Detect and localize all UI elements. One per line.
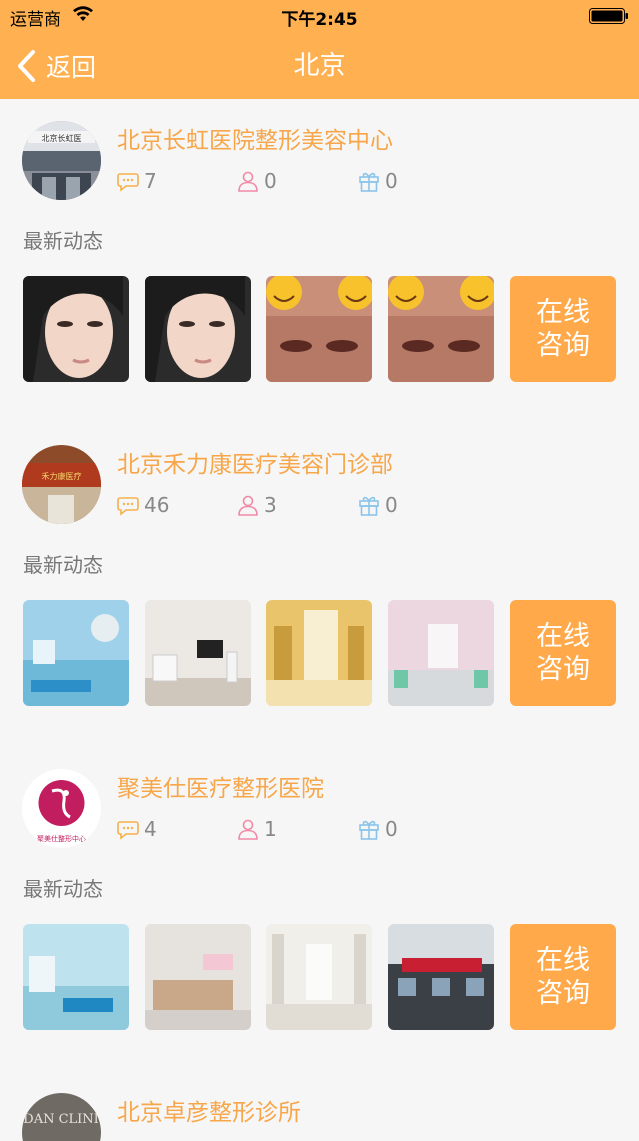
hospital-name[interactable]: 北京禾力康医疗美容门诊部 [117,445,393,479]
chat-bubble-icon [117,173,139,192]
latest-updates-label: 最新动态 [23,877,103,901]
update-photo[interactable] [23,924,129,1030]
status-bar: 运营商 下午2:45 [0,0,639,32]
gift-count-value: 0 [385,169,398,193]
status-time: 下午2:45 [281,10,358,30]
gift-count-value: 0 [385,493,398,517]
logo-text: 聚美仕整形中心 [37,834,86,843]
hospital-logo: 北京长虹医 [22,121,101,200]
user-count: 0 [236,167,277,195]
update-photo[interactable] [145,600,251,706]
battery-icon [589,8,628,24]
hospital-name[interactable]: 北京长虹医院整形美容中心 [117,121,393,155]
update-photo[interactable] [23,276,129,382]
header: 运营商 下午2:45 返回 北京 [0,0,639,99]
update-photo[interactable] [388,276,494,382]
hospital-card[interactable]: ZDAN CLINIC 北京卓彦整形诊所 [0,1071,639,1141]
hospital-card[interactable]: 聚美仕整形中心 聚美仕医疗整形医院 4 1 0 最新动态 在线 咨询 [0,747,639,1071]
update-photo[interactable] [23,600,129,706]
online-consult-button[interactable]: 在线 咨询 [510,600,616,706]
nav-bar: 返回 北京 [0,32,639,99]
hospital-logo: ZDAN CLINIC [22,1093,101,1141]
consult-line1: 在线 [536,945,590,976]
logo-text: 禾力康医疗 [42,471,82,481]
consult-count: 7 [116,167,157,195]
person-icon [238,819,258,840]
gift-count: 0 [357,167,398,195]
chat-bubble-icon [117,821,139,840]
user-count: 1 [236,815,277,843]
hospital-logo: 聚美仕整形中心 [22,769,101,848]
update-photo[interactable] [266,600,372,706]
user-count: 3 [236,491,277,519]
logo-text: 北京长虹医 [42,133,82,143]
update-photo[interactable] [145,924,251,1030]
consult-line2: 咨询 [536,654,590,685]
gift-count-value: 0 [385,817,398,841]
consult-line2: 咨询 [536,330,590,361]
update-photo[interactable] [145,276,251,382]
latest-updates-label: 最新动态 [23,553,103,577]
page-title: 北京 [293,51,346,81]
logo-text: ZDAN CLINIC [22,1112,101,1127]
gift-icon [359,172,379,192]
consult-count: 46 [116,491,169,519]
user-count-value: 3 [264,493,277,517]
online-consult-button[interactable]: 在线 咨询 [510,924,616,1030]
gift-icon [359,820,379,840]
update-photo[interactable] [266,924,372,1030]
hospital-name[interactable]: 北京卓彦整形诊所 [117,1093,301,1127]
consult-count-value: 4 [144,817,157,841]
online-consult-button[interactable]: 在线 咨询 [510,276,616,382]
consult-count-value: 7 [144,169,157,193]
hospital-logo: 禾力康医疗 [22,445,101,524]
gift-icon [359,496,379,516]
hospital-name[interactable]: 聚美仕医疗整形医院 [117,769,324,803]
user-count-value: 0 [264,169,277,193]
person-icon [238,495,258,516]
consult-count-value: 46 [144,493,170,517]
hospital-card[interactable]: 禾力康医疗 北京禾力康医疗美容门诊部 46 3 0 最新动态 在线 咨询 [0,423,639,747]
user-count-value: 1 [264,817,277,841]
latest-updates-label: 最新动态 [23,229,103,253]
chat-bubble-icon [117,497,139,516]
consult-line2: 咨询 [536,978,590,1009]
update-photo[interactable] [266,276,372,382]
hospital-list: 北京长虹医 北京长虹医院整形美容中心 7 0 0 最新动态 在线 咨询 禾力康医… [0,99,639,1141]
update-photo[interactable] [388,600,494,706]
hospital-card[interactable]: 北京长虹医 北京长虹医院整形美容中心 7 0 0 最新动态 在线 咨询 [0,99,639,423]
gift-count: 0 [357,491,398,519]
consult-count: 4 [116,815,157,843]
gift-count: 0 [357,815,398,843]
person-icon [238,171,258,192]
update-photo[interactable] [388,924,494,1030]
consult-line1: 在线 [536,297,590,328]
consult-line1: 在线 [536,621,590,652]
